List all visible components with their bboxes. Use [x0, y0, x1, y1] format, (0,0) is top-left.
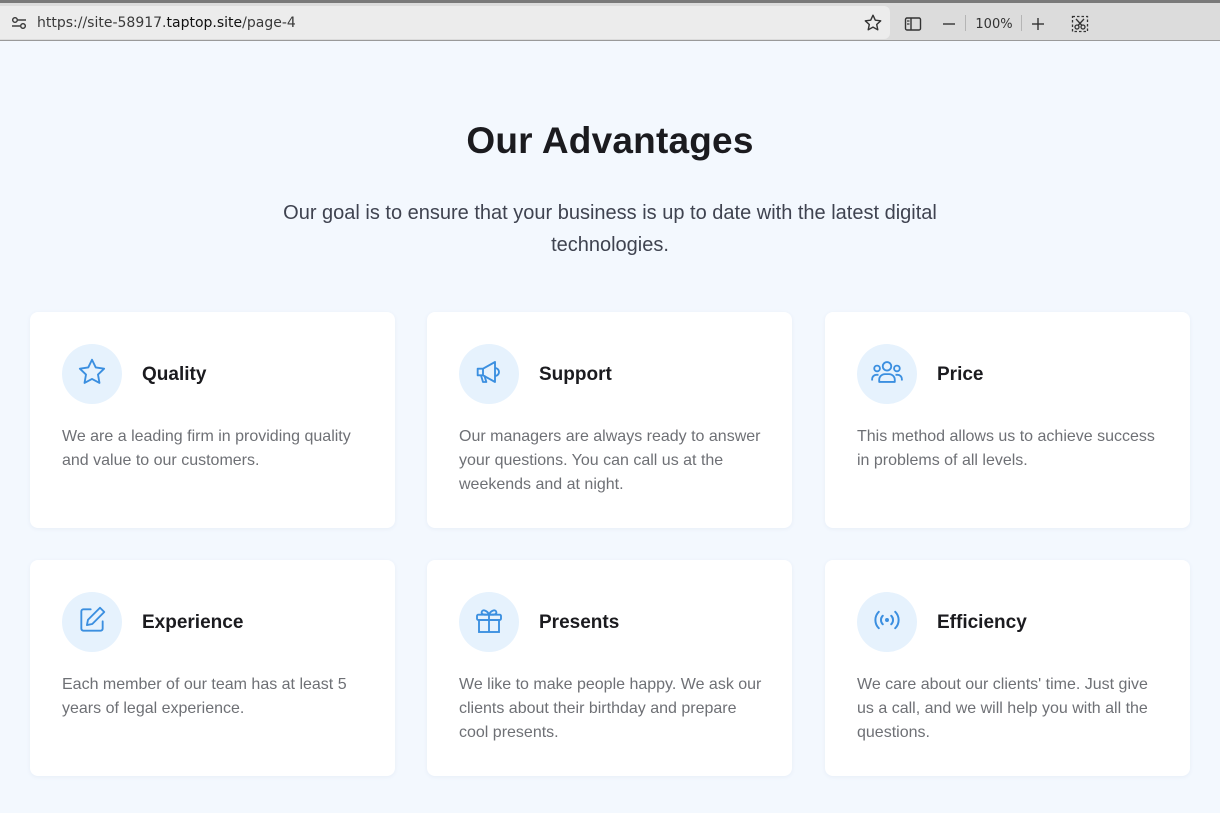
card-title: Presents: [539, 612, 620, 633]
megaphone-icon: [473, 356, 505, 393]
bookmark-star-icon[interactable]: [863, 13, 883, 33]
toolbar-separator: [1021, 15, 1022, 31]
url-path: /page-4: [242, 14, 296, 31]
browser-toolbar: https://site-58917.taptop.site/page-4 10…: [0, 0, 1220, 41]
card-title: Support: [539, 364, 612, 385]
advantage-card-presents: Presents We like to make people happy. W…: [427, 560, 792, 776]
card-text: We like to make people happy. We ask our…: [459, 676, 762, 741]
zoom-in-button[interactable]: [1028, 14, 1048, 34]
advantage-card-experience: Experience Each member of our team has a…: [30, 560, 395, 776]
url-prefix: https://site-58917.: [37, 14, 167, 31]
screenshot-icon[interactable]: [1070, 14, 1090, 34]
star-icon: [76, 356, 108, 393]
gift-icon: [473, 604, 505, 641]
toolbar-separator: [965, 15, 966, 31]
card-text: Each member of our team has at least 5 y…: [62, 676, 347, 717]
card-text: We are a leading firm in providing quali…: [62, 428, 351, 469]
site-info-icon[interactable]: [11, 15, 27, 31]
card-title: Efficiency: [937, 612, 1027, 633]
zoom-out-button[interactable]: [939, 14, 959, 34]
section-subtitle: Our goal is to ensure that your business…: [283, 202, 937, 256]
section-title: Our Advantages: [466, 120, 754, 161]
advantage-card-efficiency: Efficiency We care about our clients' ti…: [825, 560, 1190, 776]
edit-icon: [76, 604, 108, 641]
card-title: Quality: [142, 364, 207, 385]
broadcast-icon: [870, 603, 904, 642]
card-text: We care about our clients' time. Just gi…: [857, 676, 1148, 741]
icon-circle: [62, 344, 122, 404]
advantage-card-quality: Quality We are a leading firm in providi…: [30, 312, 395, 528]
zoom-level[interactable]: 100%: [974, 14, 1014, 34]
icon-circle: [459, 592, 519, 652]
icon-circle: [62, 592, 122, 652]
reader-view-icon[interactable]: [903, 14, 923, 34]
address-bar[interactable]: https://site-58917.taptop.site/page-4: [0, 6, 890, 39]
icon-circle: [459, 344, 519, 404]
url-domain: taptop.site: [166, 14, 243, 31]
card-title: Price: [937, 364, 984, 385]
icon-circle: [857, 344, 917, 404]
card-text: This method allows us to achieve success…: [857, 428, 1155, 469]
card-title: Experience: [142, 612, 244, 633]
icon-circle: [857, 592, 917, 652]
card-text: Our managers are always ready to answer …: [459, 428, 761, 493]
advantage-card-price: Price This method allows us to achieve s…: [825, 312, 1190, 528]
advantage-card-support: Support Our managers are always ready to…: [427, 312, 792, 528]
users-icon: [870, 355, 904, 394]
url-text[interactable]: https://site-58917.taptop.site/page-4: [37, 15, 296, 31]
